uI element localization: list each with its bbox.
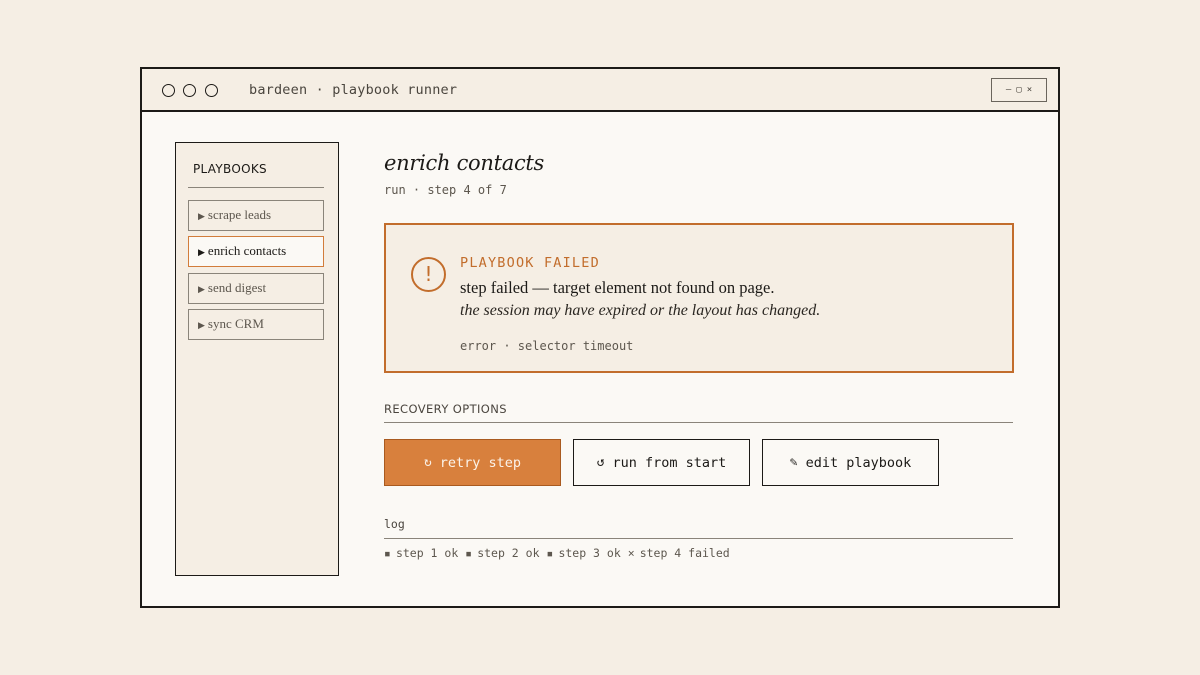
app-title: bardeen · playbook runner xyxy=(249,82,458,98)
alert-heading: PLAYBOOK FAILED xyxy=(460,255,600,271)
window-dot-icon[interactable] xyxy=(162,84,175,97)
divider xyxy=(384,422,1013,423)
square-bullet-icon: ▪ xyxy=(384,546,391,560)
sidebar-item-scrape-leads[interactable]: ▶ scrape leads xyxy=(188,200,324,231)
sidebar-item-sync-crm[interactable]: ▶ sync CRM xyxy=(188,309,324,340)
recovery-options-label: RECOVERY OPTIONS xyxy=(384,402,507,416)
alert-detail: the session may have expired or the layo… xyxy=(460,302,821,319)
log-text: step 2 ok xyxy=(477,546,540,560)
play-triangle-icon: ▶ xyxy=(198,320,205,330)
run-from-start-button[interactable]: ↺ run from start xyxy=(573,439,750,486)
play-triangle-icon: ▶ xyxy=(198,247,205,257)
sidebar-item-label: enrich contacts xyxy=(207,243,287,258)
log-text: step 3 ok xyxy=(558,546,621,560)
sidebar-item-send-digest[interactable]: ▶ send digest xyxy=(188,273,324,304)
button-label: retry step xyxy=(439,454,522,471)
minimize-icon[interactable]: — xyxy=(1006,85,1011,95)
play-triangle-icon: ▶ xyxy=(198,284,205,294)
restart-icon: ↺ xyxy=(596,455,605,470)
edit-playbook-button[interactable]: ✎ edit playbook xyxy=(762,439,939,486)
log-entry: × step 4 failed xyxy=(628,546,730,560)
run-progress: run · step 4 of 7 xyxy=(384,183,507,197)
divider xyxy=(384,538,1013,539)
sidebar-item-enrich-contacts[interactable]: ▶ enrich contacts xyxy=(188,236,324,267)
square-bullet-icon: ▪ xyxy=(546,546,554,560)
error-alert: ! PLAYBOOK FAILED step failed — target e… xyxy=(384,223,1014,373)
window-dot-icon[interactable] xyxy=(205,84,218,97)
sidebar-item-label: scrape leads xyxy=(207,207,272,222)
exclamation-icon: ! xyxy=(411,257,446,292)
sidebar-heading: PLAYBOOKS xyxy=(193,162,267,176)
log-text: step 1 ok xyxy=(395,546,459,560)
log-label: log xyxy=(384,517,405,531)
sidebar-item-label: send digest xyxy=(207,280,267,295)
log-entries: ▪ step 1 ok ▪ step 2 ok ▪ step 3 ok × step 4… xyxy=(384,546,730,560)
log-entry: ▪ step 3 ok xyxy=(547,546,621,560)
title-bar: bardeen · playbook runner — ▢ × xyxy=(142,69,1058,112)
button-label: run from start xyxy=(612,454,727,471)
failed-x-icon: × xyxy=(627,546,635,560)
alert-message: step failed — target element not found o… xyxy=(460,278,775,297)
window-dot-icon[interactable] xyxy=(183,84,196,97)
retry-icon: ↻ xyxy=(423,455,432,470)
log-entry: ▪ step 2 ok xyxy=(465,546,539,560)
log-text: step 4 failed xyxy=(639,546,730,560)
playbooks-sidebar: PLAYBOOKS ▶ scrape leads ▶ enrich contacts… xyxy=(175,142,339,576)
close-icon[interactable]: × xyxy=(1027,85,1032,95)
divider xyxy=(188,187,324,188)
sidebar-item-label: sync CRM xyxy=(207,316,264,331)
retry-step-button[interactable]: ↻ retry step xyxy=(384,439,561,486)
play-triangle-icon: ▶ xyxy=(198,211,205,221)
error-code: error · selector timeout xyxy=(460,339,634,353)
square-bullet-icon: ▪ xyxy=(465,546,473,560)
pencil-icon: ✎ xyxy=(789,455,798,470)
log-entry: ▪ step 1 ok xyxy=(384,546,458,560)
window-controls: — ▢ × xyxy=(991,78,1047,102)
button-label: edit playbook xyxy=(805,454,912,471)
page-title: enrich contacts xyxy=(384,151,545,175)
maximize-icon[interactable]: ▢ xyxy=(1016,85,1021,95)
app-window: bardeen · playbook runner — ▢ × PLAYBOOK… xyxy=(140,67,1060,608)
